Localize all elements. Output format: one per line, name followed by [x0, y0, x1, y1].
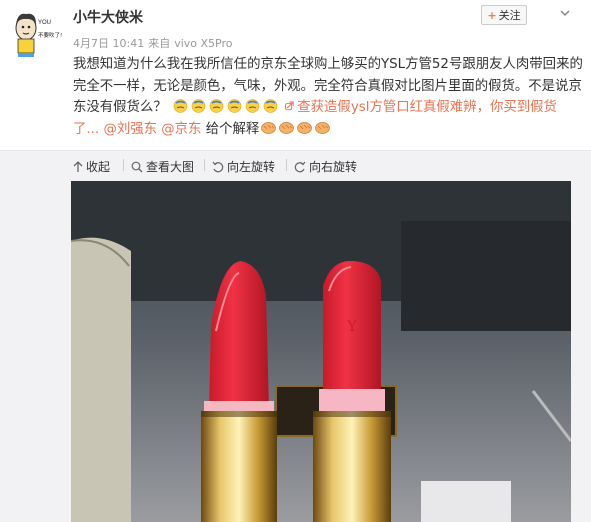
source-prefix: 来自 — [148, 37, 171, 50]
follow-button[interactable]: + 关注 — [481, 5, 527, 25]
post-meta: 4月7日 10:41 来自 vivo X5Pro — [73, 35, 237, 51]
user-name[interactable]: 小牛大侠米 — [73, 7, 143, 27]
link-icon[interactable] — [284, 98, 297, 113]
follow-plus-icon: + — [487, 8, 497, 22]
sweat-emoji-icon — [191, 99, 205, 113]
toolbar-divider — [286, 159, 287, 171]
view-large-button[interactable]: 查看大图 — [131, 158, 194, 175]
mention-jd[interactable]: @京东 — [161, 122, 201, 137]
toolbar-divider — [204, 159, 205, 171]
post-content: 我想知道为什么我在我所信任的京东全球购上够买的YSL方管52号跟朋友人肉带回来的… — [73, 54, 583, 140]
rotate-right-icon — [294, 161, 306, 172]
post-photo[interactable]: Y — [71, 181, 571, 522]
post-ending: 给个解释 — [205, 121, 260, 137]
svg-text:Y: Y — [346, 319, 357, 335]
view-large-label: 查看大图 — [146, 160, 195, 174]
sweat-emoji-icon — [227, 99, 241, 113]
mention-liu-qiangdong[interactable]: @刘强东 — [103, 122, 157, 137]
collapse-button[interactable]: 收起 — [73, 158, 110, 175]
avatar-text-you: YOU — [38, 20, 51, 26]
collapse-label: 收起 — [86, 160, 111, 174]
chevron-down-icon[interactable] — [558, 6, 572, 20]
avatar-text-caption: 不要吹了! — [38, 31, 62, 39]
magnifier-icon — [131, 161, 143, 172]
follow-button-label: 关注 — [498, 9, 521, 22]
clap-emoji-icon — [296, 121, 312, 134]
rotate-right-button[interactable]: 向右旋转 — [294, 158, 357, 175]
sweat-emoji-icon — [173, 99, 187, 113]
collapse-arrow-icon — [73, 160, 83, 172]
clap-emoji-icon — [314, 121, 330, 134]
user-avatar[interactable]: YOU 不要吹了! — [8, 4, 64, 60]
sweat-emoji-icon — [245, 99, 259, 113]
clap-emoji-icon — [260, 121, 276, 134]
rotate-right-label: 向右旋转 — [309, 160, 358, 174]
clap-emoji-icon — [278, 121, 294, 134]
sweat-emoji-icon — [209, 99, 223, 113]
rotate-left-icon — [212, 161, 224, 172]
post-source[interactable]: vivo X5Pro — [174, 37, 232, 50]
rotate-left-label: 向左旋转 — [227, 160, 276, 174]
lipstick-right: Y — [313, 260, 391, 522]
post-time[interactable]: 4月7日 10:41 — [73, 37, 144, 50]
pouch-shape — [71, 237, 131, 522]
sweat-emoji-icon — [263, 99, 277, 113]
toolbar-divider — [123, 159, 124, 171]
rotate-left-button[interactable]: 向左旋转 — [212, 158, 275, 175]
image-toolbar: 收起 查看大图 向左旋转 向右旋转 — [0, 150, 591, 179]
